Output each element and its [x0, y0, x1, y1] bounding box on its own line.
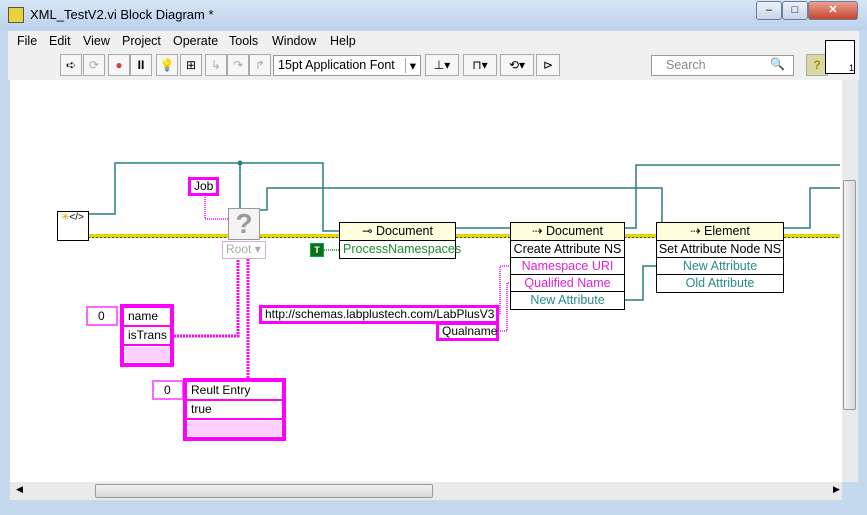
string-array-constant[interactable]: Reult Entry true — [183, 378, 286, 441]
param-qualified-name[interactable]: Qualified Name — [511, 275, 624, 292]
string-wire — [498, 265, 510, 315]
document-property-node[interactable]: ⊸ Document ProcessNamespaces — [339, 222, 461, 259]
reference-wire — [260, 187, 663, 222]
create-attribute-ns-invoke-node[interactable]: ⇢ Document Create Attribute NS Namespace… — [510, 222, 625, 310]
root-dropdown[interactable]: Root ▾ — [222, 241, 266, 259]
node-header: ⊸ Document — [340, 223, 455, 241]
chevron-down-icon: ▾ — [254, 242, 261, 256]
property-process-namespaces[interactable]: ProcessNamespaces — [340, 241, 461, 258]
reference-wire — [783, 187, 840, 229]
array-element-empty[interactable] — [124, 346, 170, 363]
horizontal-scroll-thumb[interactable] — [95, 484, 433, 498]
reference-wire — [89, 162, 339, 232]
param-new-attribute[interactable]: New Attribute — [657, 258, 783, 275]
array-element-empty[interactable] — [187, 420, 282, 437]
vertical-scroll-thumb[interactable] — [843, 180, 856, 410]
array-index-display[interactable]: 0 — [86, 306, 118, 326]
node-class: Document — [375, 224, 433, 238]
method-name: Set Attribute Node NS — [657, 242, 783, 258]
node-class: Document — [545, 224, 603, 238]
array-element[interactable]: Reult Entry — [187, 382, 282, 399]
root-dropdown-value: Root — [226, 242, 252, 256]
array-index-display[interactable]: 0 — [152, 380, 184, 400]
unknown-node-question-icon[interactable]: ? — [228, 208, 260, 240]
string-wire — [204, 195, 228, 220]
new-xml-document-icon[interactable]: ✳</> — [57, 211, 89, 241]
qualname-constant[interactable]: Qualname — [436, 322, 499, 341]
wire-junction — [237, 160, 243, 166]
param-namespace-uri[interactable]: Namespace URI — [511, 258, 624, 275]
reference-wire — [624, 265, 656, 301]
horizontal-scrollbar[interactable]: ◀ ▶ — [10, 482, 842, 500]
vertical-scrollbar[interactable] — [842, 80, 858, 482]
job-string-constant[interactable]: Job — [188, 177, 220, 196]
reference-wire — [624, 164, 840, 229]
param-new-attribute[interactable]: New Attribute — [511, 292, 624, 309]
string-array-constant[interactable]: name isTrans — [120, 304, 174, 367]
method-name: Create Attribute NS — [511, 241, 624, 258]
param-old-attribute[interactable]: Old Attribute — [657, 275, 783, 292]
node-header: ⇢ Document — [511, 223, 624, 241]
node-class: Element — [704, 224, 750, 238]
node-header: ⇢ Element — [657, 223, 783, 241]
set-attribute-node-ns-invoke-node[interactable]: ⇢ Element Set Attribute Node NS New Attr… — [656, 222, 784, 293]
cluster-array-wire — [174, 259, 240, 338]
scroll-left-icon[interactable]: ◀ — [16, 484, 23, 495]
scroll-right-icon[interactable]: ▶ — [833, 484, 840, 495]
true-constant[interactable]: T — [310, 243, 324, 257]
array-element[interactable]: isTrans — [124, 327, 170, 344]
array-element[interactable]: name — [124, 308, 170, 325]
array-element[interactable]: true — [187, 401, 282, 418]
